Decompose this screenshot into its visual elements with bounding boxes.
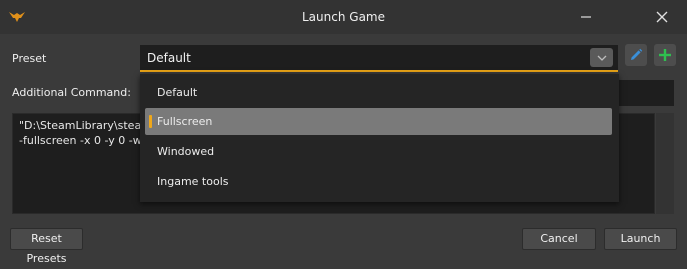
dropdown-item-label: Fullscreen	[157, 115, 213, 128]
preset-dropdown-list: Default Fullscreen Windowed Ingame tools	[140, 74, 619, 202]
preset-label: Preset	[12, 52, 47, 65]
close-button[interactable]	[642, 0, 682, 34]
dropdown-item-default[interactable]: Default	[145, 79, 612, 106]
additional-command-label: Additional Command:	[12, 86, 131, 99]
pencil-icon	[631, 48, 643, 60]
preset-select[interactable]: Default	[140, 45, 618, 72]
dropdown-item-ingame-tools[interactable]: Ingame tools	[145, 168, 612, 195]
close-icon	[656, 11, 668, 23]
preset-dropdown-button[interactable]	[590, 48, 613, 67]
dropdown-item-label: Default	[157, 86, 198, 99]
add-preset-button[interactable]	[654, 44, 676, 66]
chevron-down-icon	[597, 55, 606, 61]
dropdown-item-label: Windowed	[157, 145, 215, 158]
title-bar: Launch Game	[0, 0, 687, 34]
launch-button[interactable]: Launch	[604, 228, 677, 250]
plus-icon	[659, 49, 671, 61]
command-scrollbar[interactable]	[656, 113, 674, 214]
selection-marker	[149, 115, 152, 128]
dropdown-item-fullscreen[interactable]: Fullscreen	[145, 108, 612, 135]
minimize-icon	[581, 16, 591, 18]
dropdown-item-label: Ingame tools	[157, 175, 229, 188]
reset-presets-button[interactable]: Reset Presets	[10, 228, 83, 265]
preset-selected-value: Default	[147, 51, 191, 65]
dropdown-item-windowed[interactable]: Windowed	[145, 138, 612, 165]
minimize-button[interactable]	[566, 0, 606, 34]
edit-preset-button[interactable]	[625, 44, 647, 66]
cancel-button[interactable]: Cancel	[522, 228, 596, 250]
